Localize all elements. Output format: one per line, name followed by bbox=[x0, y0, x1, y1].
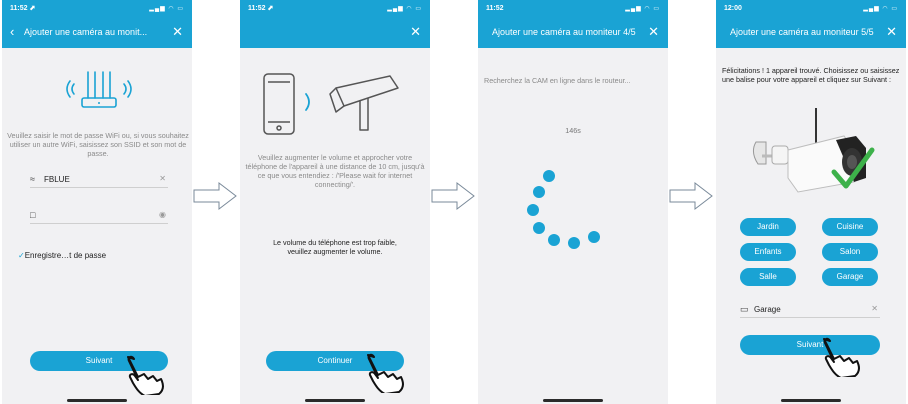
instruction-text: Veuillez saisir le mot de passe WiFi ou,… bbox=[7, 131, 189, 158]
clear-icon[interactable]: ✕ bbox=[871, 304, 878, 313]
wifi-icon: ≈ bbox=[30, 174, 35, 184]
hand-pointer-icon bbox=[367, 353, 405, 393]
spinner-dot bbox=[548, 234, 560, 246]
search-message: Recherchez la CAM en ligne dans le route… bbox=[484, 76, 631, 85]
screen-wifi-password: 11:52 ⬈ ▂▄▆ ◠ ▭ ‹ Ajouter une caméra au … bbox=[2, 0, 192, 404]
hand-pointer-icon bbox=[127, 355, 165, 395]
tag-garage[interactable]: Garage bbox=[822, 268, 878, 286]
instruction-text: Veuillez augmenter le volume et approche… bbox=[245, 153, 425, 189]
status-bar: 11:52 ⬈ ▂▄▆ ◠ ▭ bbox=[2, 0, 192, 18]
spinner-dot bbox=[543, 170, 555, 182]
status-time: 12:00 bbox=[724, 5, 742, 12]
tag-salle[interactable]: Salle bbox=[740, 268, 796, 286]
hand-pointer-icon bbox=[823, 337, 861, 377]
router-icon bbox=[66, 71, 132, 108]
status-time: 11:52 ⬈ bbox=[248, 5, 274, 12]
arrow-right-icon bbox=[669, 181, 713, 211]
lock-icon: □ bbox=[30, 210, 36, 220]
tag-cuisine[interactable]: Cuisine bbox=[822, 218, 878, 236]
status-icons: ▂▄▆ ◠ ▭ bbox=[149, 6, 184, 12]
camera-icon bbox=[752, 108, 875, 193]
spinner-dot bbox=[533, 186, 545, 198]
screen-device-found: 12:00 ▂▄▆ ◠ ▭ Ajouter une caméra au moni… bbox=[716, 0, 906, 404]
status-bar: 11:52 ⬈ ▂▄▆ ◠ ▭ bbox=[240, 0, 430, 18]
home-indicator bbox=[543, 399, 603, 402]
remember-label: Enregistre…t de passe bbox=[24, 251, 107, 260]
spinner-dot bbox=[588, 231, 600, 243]
arrow-right-icon bbox=[193, 181, 237, 211]
back-icon[interactable]: ‹ bbox=[10, 25, 14, 39]
status-icons: ▂▄▆ ◠ ▭ bbox=[625, 6, 660, 12]
home-indicator bbox=[67, 399, 127, 402]
volume-warning: Le volume du téléphone est trop faible, … bbox=[273, 238, 397, 256]
monitor-icon: ▭ bbox=[740, 304, 749, 314]
checkmark-icon: ✓ bbox=[18, 251, 25, 260]
nav-bar: ✕ bbox=[240, 18, 430, 48]
home-indicator bbox=[781, 399, 841, 402]
tag-jardin[interactable]: Jardin bbox=[740, 218, 796, 236]
home-indicator bbox=[305, 399, 365, 402]
status-bar: 11:52 ▂▄▆ ◠ ▭ bbox=[478, 0, 668, 18]
page-title: Ajouter une caméra au moniteur 4/5 bbox=[492, 27, 636, 37]
spinner-dot bbox=[568, 237, 580, 249]
status-icons: ▂▄▆ ◠ ▭ bbox=[863, 6, 898, 12]
tag-enfants[interactable]: Enfants bbox=[740, 243, 796, 261]
close-icon[interactable]: ✕ bbox=[410, 25, 421, 39]
tag-salon[interactable]: Salon bbox=[822, 243, 878, 261]
nav-bar: ‹ Ajouter une caméra au monit... ✕ bbox=[2, 18, 192, 48]
page-title: Ajouter une caméra au moniteur 5/5 bbox=[730, 27, 874, 37]
close-icon[interactable]: ✕ bbox=[886, 25, 897, 39]
remember-password-checkbox[interactable]: ✓Enregistre…t de passe bbox=[18, 251, 106, 260]
clear-icon[interactable]: ✕ bbox=[159, 174, 166, 183]
countdown-timer: 146s bbox=[565, 126, 581, 135]
status-bar: 12:00 ▂▄▆ ◠ ▭ bbox=[716, 0, 906, 18]
status-icons: ▂▄▆ ◠ ▭ bbox=[387, 6, 422, 12]
page-title: Ajouter une caméra au monit... bbox=[24, 27, 148, 37]
nav-bar: Ajouter une caméra au moniteur 5/5 ✕ bbox=[716, 18, 906, 48]
ssid-value: FBLUE bbox=[44, 175, 70, 184]
spinner-dot bbox=[533, 222, 545, 234]
screen-searching: 11:52 ▂▄▆ ◠ ▭ Ajouter une caméra au moni… bbox=[478, 0, 668, 404]
screen-volume: 11:52 ⬈ ▂▄▆ ◠ ▭ ✕ Veuillez augmenter le … bbox=[240, 0, 430, 404]
found-message: Félicitations ! 1 appareil trouvé. Chois… bbox=[722, 66, 900, 84]
close-icon[interactable]: ✕ bbox=[172, 25, 183, 39]
status-time: 11:52 bbox=[486, 5, 504, 12]
password-field[interactable]: □ ◉ bbox=[30, 208, 168, 224]
phone-and-camera-icon bbox=[263, 73, 399, 135]
status-time: 11:52 ⬈ bbox=[10, 5, 36, 12]
eye-icon[interactable]: ◉ bbox=[159, 210, 166, 219]
close-icon[interactable]: ✕ bbox=[648, 25, 659, 39]
arrow-right-icon bbox=[431, 181, 475, 211]
ssid-field[interactable]: ≈ FBLUE ✕ bbox=[30, 172, 168, 188]
spinner-dot bbox=[527, 204, 539, 216]
tag-input[interactable]: ▭ Garage ✕ bbox=[740, 302, 880, 318]
nav-bar: Ajouter une caméra au moniteur 4/5 ✕ bbox=[478, 18, 668, 48]
tag-input-value: Garage bbox=[754, 305, 781, 314]
